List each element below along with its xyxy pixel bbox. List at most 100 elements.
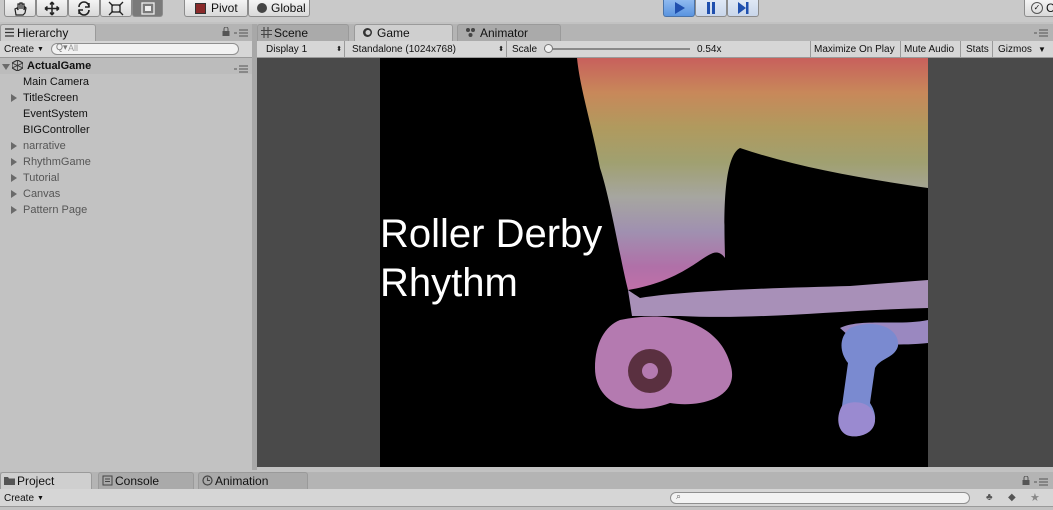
scale-slider-thumb[interactable] [544,44,553,53]
pause-icon [707,2,715,14]
lock-icon[interactable] [1022,475,1030,488]
chevron-down-icon[interactable]: ▼ [1038,42,1046,56]
hierarchy-item[interactable]: BIGController [0,122,252,138]
game-controller-icon [363,28,372,37]
hand-icon [14,1,27,16]
project-search-input[interactable]: ⌕ [670,491,970,504]
project-create-dropdown[interactable]: Create ▼ [4,491,44,505]
play-button[interactable] [663,0,695,17]
mute-audio-toggle[interactable]: Mute Audio [904,42,954,56]
pivot-toggle[interactable]: Pivot [184,0,248,17]
gizmos-dropdown[interactable]: Gizmos [998,42,1032,56]
filter-by-label-icon[interactable]: ◆ [1008,492,1016,503]
toolbar-divider [992,41,993,57]
tab-scene[interactable]: Scene [257,24,349,41]
hierarchy-item[interactable]: Pattern Page [0,202,252,218]
updown-icon: ⬍ [336,46,342,53]
hierarchy-tree: ActualGame Main Camera TitleScreen EventSy… [0,58,252,468]
toolbar-divider [506,41,507,57]
tab-game-label: Game [377,26,410,40]
search-icon: Q▾ [56,42,68,52]
tab-hierarchy-label: Hierarchy [17,26,69,40]
lock-icon[interactable] [222,26,230,36]
scale-slider-track[interactable] [544,44,690,53]
game-title-line1: Roller Derby [380,212,603,256]
maximize-on-play-toggle[interactable]: Maximize On Play [814,42,895,56]
game-toolbar: Display 1 ⬍ Standalone (1024x768) ⬍ Scal… [257,41,1053,58]
move-tool-button[interactable] [36,0,68,17]
console-icon [102,475,113,486]
toolbar-divider [344,41,345,57]
create-dropdown[interactable]: Create ▼ [4,42,44,56]
create-label: Create [4,43,35,55]
tab-animator[interactable]: Animator [457,24,561,41]
scale-icon [108,1,124,15]
project-create-label: Create [4,492,35,504]
hierarchy-item[interactable]: TitleScreen [0,90,252,106]
hierarchy-item-label: BIGController [23,124,90,136]
hierarchy-item[interactable]: RhythmGame [0,154,252,170]
hierarchy-search-input[interactable]: Q▾ All [51,42,239,55]
rect-tool-button[interactable] [132,0,163,17]
project-tabbar: Project Console Animation [0,472,1053,489]
panel-menu-icon[interactable] [234,28,248,37]
hierarchy-item-label: TitleScreen [23,92,79,104]
collab-label: C [1046,1,1053,15]
expand-arrow-icon[interactable] [11,142,17,150]
resolution-dropdown[interactable]: Standalone (1024x768) ⬍ [352,42,504,56]
grid-icon [261,27,272,38]
hierarchy-item[interactable]: EventSystem [0,106,252,122]
updown-icon: ⬍ [498,46,504,53]
display-dropdown[interactable]: Display 1 ⬍ [266,42,342,56]
global-toggle[interactable]: Global [248,0,310,17]
favorites-star-icon[interactable]: ★ [1030,491,1040,504]
animator-icon [466,28,475,37]
hierarchy-item-label: Tutorial [23,172,60,184]
toolbar-divider [900,41,901,57]
hierarchy-item[interactable]: Main Camera [0,74,252,90]
scale-tool-button[interactable] [100,0,132,17]
game-view-canvas[interactable]: Roller Derby Rhythm [380,58,928,467]
game-tabbar: Scene Game Animator [257,24,1053,41]
step-icon [738,2,749,14]
tab-hierarchy[interactable]: Hierarchy [0,24,96,41]
hierarchy-item-label: RhythmGame [23,156,91,168]
filter-by-type-icon[interactable]: ♣ [986,492,993,503]
tab-animation[interactable]: Animation [198,472,308,489]
rotate-icon [78,0,90,16]
project-toolbar: Create ▼ ⌕ ♣ ◆ ★ [0,489,1053,507]
hierarchy-item[interactable]: narrative [0,138,252,154]
hierarchy-item[interactable]: Canvas [0,186,252,202]
scene-name: ActualGame [27,60,92,72]
tab-game[interactable]: Game [354,24,453,41]
hierarchy-item[interactable]: Tutorial [0,170,252,186]
play-icon [675,2,685,14]
stats-toggle[interactable]: Stats [966,42,989,56]
hierarchy-item-label: EventSystem [23,108,88,120]
expand-arrow-icon[interactable] [11,190,17,198]
hand-tool-button[interactable] [4,0,36,17]
tab-project[interactable]: Project [0,472,92,489]
collab-button[interactable]: ✓ C [1024,0,1053,17]
scene-row[interactable]: ActualGame [0,58,252,74]
game-title: Roller Derby Rhythm [380,210,602,308]
panel-menu-icon[interactable] [1034,28,1048,40]
expand-arrow-icon[interactable] [11,158,17,166]
expand-arrow-icon[interactable] [11,206,17,214]
move-icon [44,1,60,15]
tab-animation-label: Animation [215,474,269,488]
tab-console[interactable]: Console [98,472,194,489]
search-placeholder: All [68,43,79,53]
display-label: Display 1 [266,43,308,55]
rotate-tool-button[interactable] [68,0,100,17]
expand-arrow-icon[interactable] [2,64,10,70]
panel-menu-icon[interactable] [1034,477,1048,489]
toolbar-divider [960,41,961,57]
hierarchy-item-label: Pattern Page [23,204,88,216]
expand-arrow-icon[interactable] [11,174,17,182]
expand-arrow-icon[interactable] [11,94,17,102]
step-button[interactable] [727,0,759,17]
chevron-down-icon: ▼ [37,45,44,53]
tab-scene-label: Scene [274,26,309,40]
pause-button[interactable] [695,0,727,17]
